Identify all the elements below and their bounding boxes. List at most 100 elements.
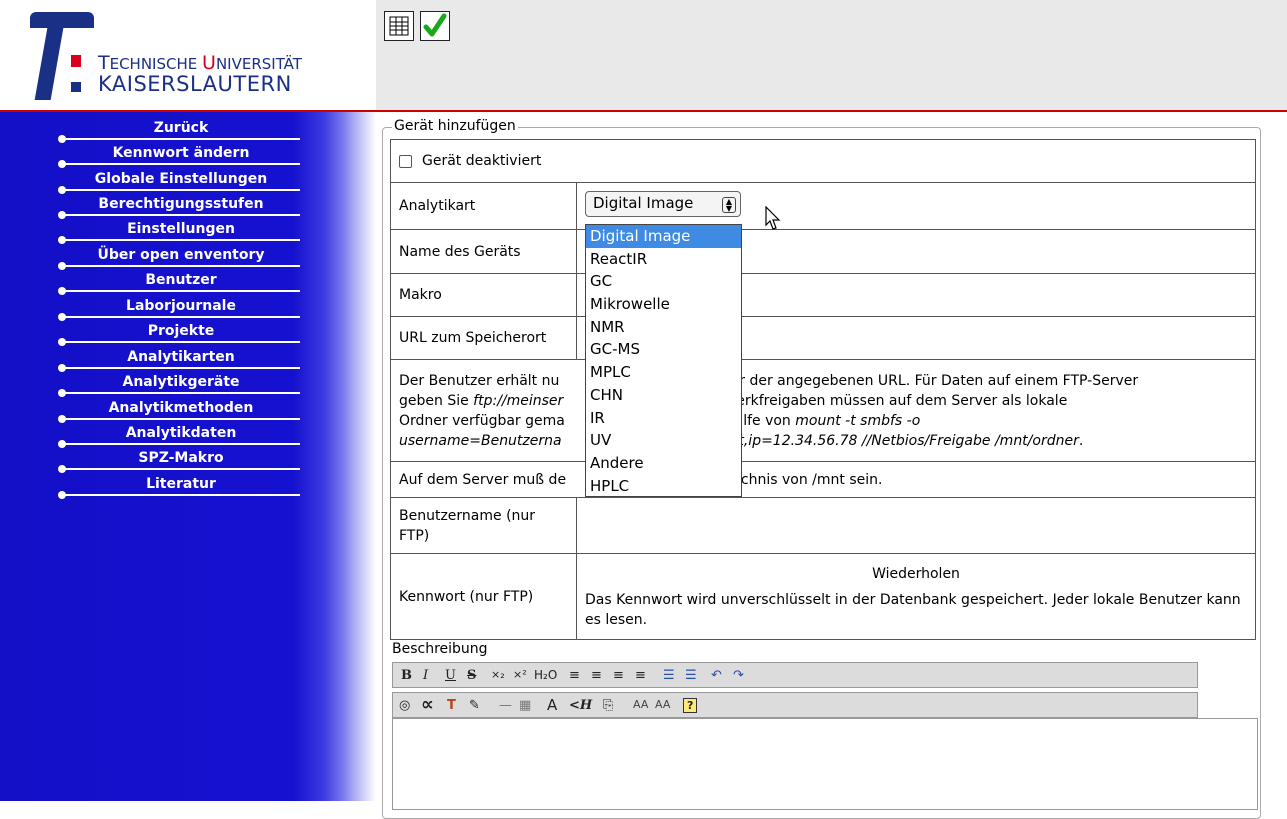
- help-text-part: geben Sie: [399, 392, 474, 409]
- bullet-icon: [58, 313, 66, 321]
- sidebar-item-label: Laborjournale: [126, 298, 236, 314]
- bullet-list-icon[interactable]: ☰: [663, 668, 675, 683]
- align-right-icon[interactable]: ≡: [613, 668, 624, 683]
- align-justify-icon[interactable]: ≡: [635, 668, 646, 683]
- superscript-button[interactable]: ×²: [513, 668, 527, 681]
- sidebar-item-analytikarten[interactable]: Analytikarten: [58, 348, 300, 373]
- italic-button[interactable]: I: [423, 668, 428, 683]
- help-text-part: wort,ip=12.34.56.78 //Netbios/Freigabe /…: [712, 432, 1079, 449]
- align-center-icon[interactable]: ≡: [591, 668, 602, 683]
- sidebar-item-label: Analytikarten: [127, 349, 235, 365]
- dropdown-option[interactable]: MPLC: [586, 361, 741, 384]
- makro-label: Makro: [390, 273, 577, 317]
- sidebar-item-label: Analytikmethoden: [108, 400, 254, 416]
- nav-underline: [62, 265, 300, 267]
- editor-toolbar-row1: B I U S ×₂ ×² H₂O ≡ ≡ ≡ ≡ ☰ ☰ ↶ ↷: [392, 662, 1198, 688]
- nav-underline: [62, 138, 300, 140]
- sidebar-item-benutzer[interactable]: Benutzer: [58, 271, 300, 296]
- sidebar-item-label: Globale Einstellungen: [94, 171, 268, 187]
- bullet-icon: [58, 262, 66, 270]
- nav-underline: [62, 163, 300, 165]
- dropdown-option[interactable]: GC: [586, 270, 741, 293]
- subscript-button[interactable]: ×₂: [491, 668, 505, 681]
- sidebar-item-zurueck[interactable]: Zurück: [58, 119, 300, 144]
- bullet-icon: [58, 287, 66, 295]
- help-text-part: Ordner verfügbar gema: [399, 412, 565, 429]
- sidebar-item-berechtigungsstufen[interactable]: Berechtigungsstufen: [58, 195, 300, 220]
- strikethrough-button[interactable]: S: [467, 668, 476, 683]
- logo-red-square: [71, 55, 81, 67]
- redo-icon[interactable]: ↷: [733, 668, 744, 683]
- insert-table-icon[interactable]: ▦: [519, 698, 531, 713]
- nav-underline: [62, 214, 300, 216]
- special-chars-icon[interactable]: ◎: [399, 698, 410, 713]
- nav-underline: [62, 189, 300, 191]
- deactivated-checkbox[interactable]: [399, 154, 412, 168]
- bullet-icon: [58, 389, 66, 397]
- analytikart-select[interactable]: Digital Image ▲ ▼: [585, 191, 741, 217]
- bullet-icon: [58, 364, 66, 372]
- sidebar-item-analytikmethoden[interactable]: Analytikmethoden: [58, 399, 300, 424]
- lowercase-icon[interactable]: AA: [655, 698, 670, 711]
- bullet-icon: [58, 211, 66, 219]
- sidebar-item-analytikgeraete[interactable]: Analytikgeräte: [58, 373, 300, 398]
- help-text-part: username=Benutzerna: [399, 432, 562, 449]
- analytikart-label: Analytikart: [390, 182, 577, 230]
- underline-button[interactable]: U: [445, 668, 456, 683]
- dropdown-option[interactable]: Digital Image: [586, 225, 741, 248]
- sidebar-item-kennwort[interactable]: Kennwort ändern: [58, 144, 300, 169]
- table-view-button[interactable]: [384, 11, 414, 41]
- sidebar-item-spz-makro[interactable]: SPZ-Makro: [58, 449, 300, 474]
- bullet-icon: [58, 415, 66, 423]
- bold-button[interactable]: B: [401, 668, 412, 683]
- dropdown-option[interactable]: HPLC: [586, 475, 741, 498]
- dropdown-option[interactable]: Andere: [586, 452, 741, 475]
- text-color-icon[interactable]: T: [447, 698, 456, 713]
- sidebar-item-analytikdaten[interactable]: Analytikdaten: [58, 424, 300, 449]
- sidebar-item-einstellungen[interactable]: Einstellungen: [58, 220, 300, 245]
- fieldset-legend: Gerät hinzufügen: [392, 118, 518, 134]
- numbered-list-icon[interactable]: ☰: [685, 668, 697, 683]
- description-editor-area[interactable]: [392, 718, 1258, 810]
- alpha-greek-icon[interactable]: ∝: [421, 694, 434, 715]
- url-label: URL zum Speicherort: [390, 316, 577, 360]
- uppercase-icon[interactable]: AA: [633, 698, 648, 711]
- dropdown-option[interactable]: GC-MS: [586, 338, 741, 361]
- heading-icon[interactable]: <H: [569, 698, 592, 713]
- align-left-icon[interactable]: ≡: [569, 668, 580, 683]
- dropdown-option[interactable]: ReactIR: [586, 248, 741, 271]
- dropdown-option[interactable]: Mikrowelle: [586, 293, 741, 316]
- font-size-icon[interactable]: A: [547, 696, 557, 714]
- analytikart-select-value: Digital Image: [593, 194, 694, 212]
- dropdown-option[interactable]: UV: [586, 429, 741, 452]
- sidebar-item-label: Kennwort ändern: [112, 145, 250, 161]
- formula-button[interactable]: H₂O: [534, 668, 557, 682]
- help-icon[interactable]: ?: [683, 698, 698, 713]
- sidebar-item-globale-einstellungen[interactable]: Globale Einstellungen: [58, 170, 300, 195]
- save-check-button[interactable]: [420, 11, 450, 41]
- dropdown-option[interactable]: CHN: [586, 384, 741, 407]
- highlight-marker-icon[interactable]: ✎: [469, 698, 480, 713]
- dropdown-option[interactable]: IR: [586, 407, 741, 430]
- bullet-icon: [58, 491, 66, 499]
- sidebar-item-label: Literatur: [146, 476, 216, 492]
- description-label: Beschreibung: [392, 641, 488, 657]
- username-label: Benutzername (nur FTP): [390, 497, 577, 554]
- sidebar-item-label: Analytikdaten: [125, 425, 237, 441]
- bullet-icon: [58, 135, 66, 143]
- horizontal-rule-icon[interactable]: —: [499, 698, 512, 713]
- sidebar-item-laborjournale[interactable]: Laborjournale: [58, 297, 300, 322]
- header-toolbar: [376, 0, 1287, 110]
- nav-underline: [62, 341, 300, 343]
- undo-icon[interactable]: ↶: [711, 668, 722, 683]
- dropdown-option[interactable]: NMR: [586, 316, 741, 339]
- insert-link-icon[interactable]: ⎘: [603, 698, 613, 713]
- device-form-table: Gerät deaktiviert Analytikart Name des G…: [390, 139, 1256, 640]
- nav-underline: [62, 392, 300, 394]
- sidebar-item-projekte[interactable]: Projekte: [58, 322, 300, 347]
- sidebar-item-ueber[interactable]: Über open enventory: [58, 246, 300, 271]
- sidebar-item-literatur[interactable]: Literatur: [58, 475, 300, 500]
- username-cell[interactable]: [576, 497, 1256, 554]
- nav-underline: [62, 316, 300, 318]
- bullet-icon: [58, 465, 66, 473]
